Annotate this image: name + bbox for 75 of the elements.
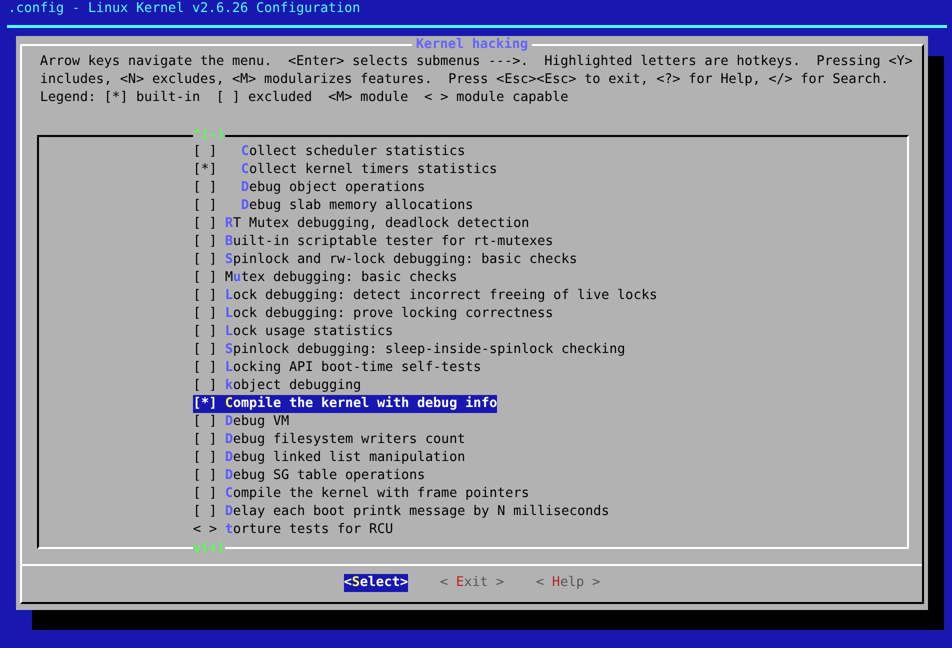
checkbox[interactable]: [ ] xyxy=(193,305,218,323)
checkbox[interactable]: [ ] xyxy=(193,341,218,359)
option-label: Collect kernel timers statistics xyxy=(241,161,498,179)
option-label: Locking API boot-time self-tests xyxy=(225,359,482,377)
menu-item[interactable]: [ ] Debug VM xyxy=(193,413,290,431)
option-label: Built-in scriptable tester for rt-mutexes xyxy=(225,233,554,251)
checkbox[interactable]: [ ] xyxy=(193,233,218,251)
option-label: Debug object operations xyxy=(241,179,426,197)
checkbox[interactable]: < > xyxy=(193,521,218,539)
checkbox[interactable]: [ ] xyxy=(193,359,218,377)
option-label: Lock usage statistics xyxy=(225,323,394,341)
checkbox[interactable]: [ ] xyxy=(193,431,218,449)
menu-item[interactable]: [ ] Lock debugging: detect incorrect freeing of live locks xyxy=(193,287,658,305)
menu-item[interactable]: [ ] Spinlock debugging: sleep-inside-spinlock checking xyxy=(193,341,626,359)
menu-item[interactable]: [ ] Delay each boot printk message by N milliseconds xyxy=(193,503,610,521)
option-label: Spinlock debugging: sleep-inside-spinlock checking xyxy=(225,341,626,359)
menu-item[interactable]: [ ] Locking API boot-time self-tests xyxy=(193,359,482,377)
menu-item[interactable]: [ ] Collect scheduler statistics xyxy=(193,143,466,161)
dialog-button[interactable]: <Select> xyxy=(344,574,408,592)
option-label: Debug slab memory allocations xyxy=(241,197,474,215)
menu-item[interactable]: [ ] Compile the kernel with frame pointers xyxy=(193,485,530,503)
dialog-button[interactable]: < Exit > xyxy=(440,574,504,592)
menu-item[interactable]: < > torture tests for RCU xyxy=(193,521,394,539)
menu-item[interactable]: [ ] Mutex debugging: basic checks xyxy=(193,269,458,287)
checkbox[interactable]: [ ] xyxy=(193,449,218,467)
checkbox[interactable]: [ ] xyxy=(193,143,218,161)
menu-item[interactable]: [*] Collect kernel timers statistics xyxy=(193,161,498,179)
option-label: Debug linked list manipulation xyxy=(225,449,466,467)
menu-item[interactable]: [ ] Built-in scriptable tester for rt-mutexes xyxy=(193,233,554,251)
checkbox[interactable]: [*] xyxy=(193,395,218,413)
dialog-title: Kernel hacking xyxy=(412,36,532,54)
option-label: Compile the kernel with frame pointers xyxy=(225,485,530,503)
option-label: RT Mutex debugging, deadlock detection xyxy=(225,215,530,233)
checkbox[interactable]: [ ] xyxy=(193,269,218,287)
option-label: Collect scheduler statistics xyxy=(241,143,466,161)
menu-item[interactable]: [ ] Debug filesystem writers count xyxy=(193,431,466,449)
checkbox[interactable]: [ ] xyxy=(193,197,218,215)
option-label: Lock debugging: detect incorrect freeing of live locks xyxy=(225,287,658,305)
option-label: Compile the kernel with debug info xyxy=(225,395,498,413)
checkbox[interactable]: [ ] xyxy=(193,467,218,485)
window-title: .config - Linux Kernel v2.6.26 Configuration xyxy=(7,0,360,18)
menu-item[interactable]: [*] Compile the kernel with debug info xyxy=(193,395,498,413)
checkbox[interactable]: [ ] xyxy=(193,485,218,503)
checkbox[interactable]: [ ] xyxy=(193,377,218,395)
menu-item[interactable]: [ ] Debug slab memory allocations xyxy=(193,197,474,215)
help-text: Arrow keys navigate the menu. <Enter> selects submenus --->. Highlighted letters are hotkeys. Pressing <Y> xyxy=(40,53,913,71)
option-label: Debug VM xyxy=(225,413,290,431)
checkbox[interactable]: [ ] xyxy=(193,323,218,341)
option-label: torture tests for RCU xyxy=(225,521,394,539)
menu-item[interactable]: [ ] RT Mutex debugging, deadlock detection xyxy=(193,215,530,233)
menu-item[interactable]: [ ] Lock debugging: prove locking correctness xyxy=(193,305,554,323)
option-label: Debug SG table operations xyxy=(225,467,426,485)
option-label: Debug filesystem writers count xyxy=(225,431,466,449)
checkbox[interactable]: [ ] xyxy=(193,251,218,269)
menu-item[interactable]: [ ] Debug linked list manipulation xyxy=(193,449,466,467)
checkbox[interactable]: [ ] xyxy=(193,215,218,233)
option-label: kobject debugging xyxy=(225,377,362,395)
menu-item[interactable]: [ ] Debug SG table operations xyxy=(193,467,426,485)
dialog-button[interactable]: < Help > xyxy=(536,574,600,592)
option-label: Spinlock and rw-lock debugging: basic checks xyxy=(225,251,578,269)
checkbox[interactable]: [*] xyxy=(193,161,218,179)
menu-item[interactable]: [ ] Lock usage statistics xyxy=(193,323,394,341)
menu-item[interactable]: [ ] Debug object operations xyxy=(193,179,426,197)
menu-item[interactable]: [ ] Spinlock and rw-lock debugging: basic checks xyxy=(193,251,578,269)
checkbox[interactable]: [ ] xyxy=(193,413,218,431)
checkbox[interactable]: [ ] xyxy=(193,503,218,521)
scroll-indicator: ^(-) xyxy=(193,127,226,145)
option-label: Lock debugging: prove locking correctness xyxy=(225,305,554,323)
checkbox[interactable]: [ ] xyxy=(193,287,218,305)
help-text: Legend: [*] built-in [ ] excluded <M> module < > module capable xyxy=(40,89,568,107)
option-label: Mutex debugging: basic checks xyxy=(225,269,458,287)
checkbox[interactable]: [ ] xyxy=(193,179,218,197)
menu-item[interactable]: [ ] kobject debugging xyxy=(193,377,362,395)
option-label: Delay each boot printk message by N milliseconds xyxy=(225,503,610,521)
help-text: includes, <N> excludes, <M> modularizes features. Press <Esc><Esc> to exit, <?> for Help, </> for Search. xyxy=(40,71,889,89)
